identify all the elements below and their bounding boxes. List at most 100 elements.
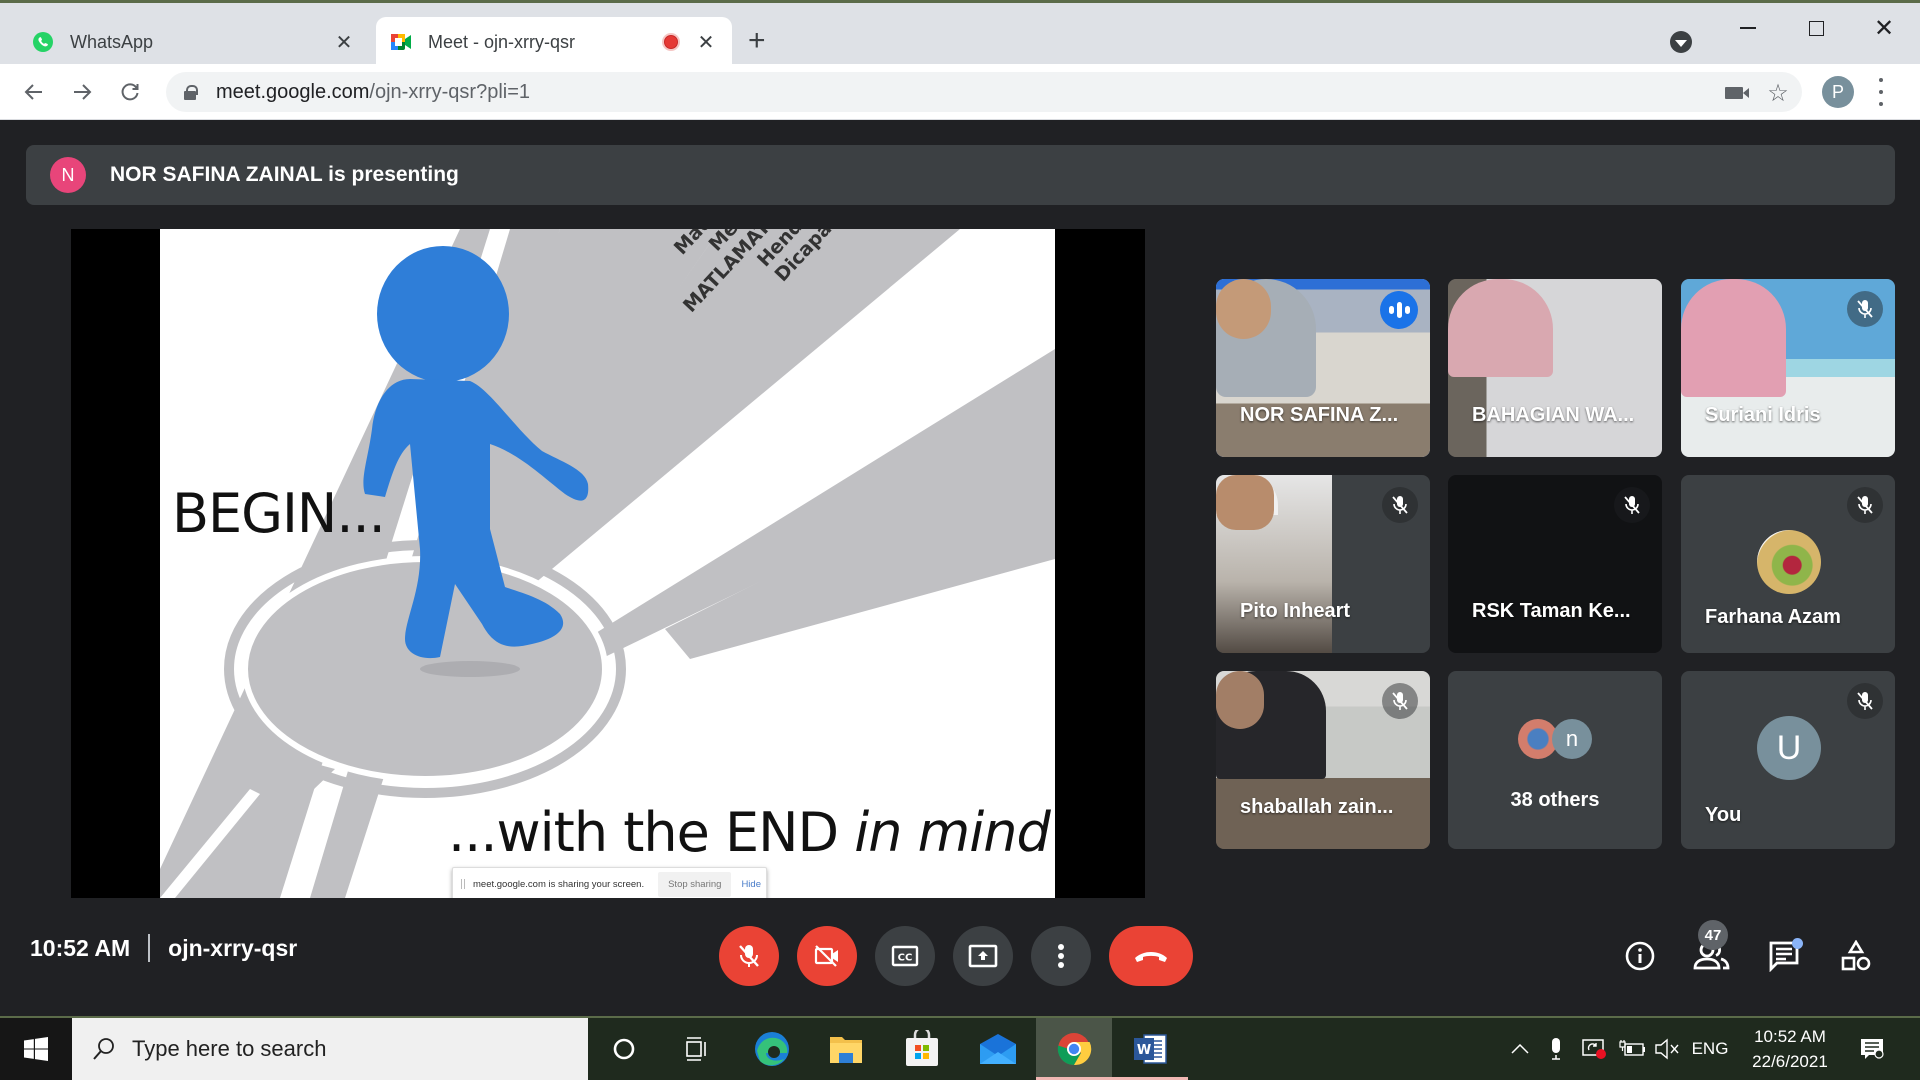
drag-handle[interactable]	[461, 879, 465, 889]
microsoft-store-app[interactable]	[884, 1018, 960, 1080]
chevron-up-icon	[1511, 1044, 1529, 1054]
arrow-left-icon	[24, 84, 42, 100]
participant-name: BAHAGIAN WA...	[1472, 404, 1635, 426]
file-explorer-app[interactable]	[808, 1018, 884, 1080]
clock-date: 22/6/2021	[1752, 1052, 1828, 1071]
reload-button[interactable]	[114, 76, 146, 108]
info-icon	[1625, 941, 1655, 971]
participant-video	[1216, 475, 1274, 530]
recording-indicator-icon	[662, 33, 680, 51]
captions-button[interactable]: CC	[875, 926, 935, 986]
participant-tile[interactable]: NOR SAFINA Z...	[1216, 279, 1430, 457]
participant-tile-others[interactable]: n 38 others	[1448, 671, 1662, 849]
muted-mic-icon	[1847, 683, 1883, 719]
microphone-toggle-button[interactable]	[719, 926, 779, 986]
mail-app[interactable]	[960, 1018, 1036, 1080]
camera-off-icon	[814, 945, 838, 967]
minimize-button[interactable]	[1718, 13, 1778, 43]
address-bar[interactable]: meet.google.com/ojn-xrry-qsr?pli=1 ☆	[166, 72, 1802, 112]
taskbar-search-box[interactable]: Type here to search	[72, 1018, 588, 1080]
tab-meet[interactable]: Meet - ojn-xrry-qsr ✕	[376, 17, 732, 67]
presentation-stage[interactable]: Maqasid Syariah Meletakkan MATLAMAT AKHI…	[71, 229, 1145, 898]
mail-icon	[980, 1034, 1016, 1064]
hide-notice-button[interactable]: Hide	[741, 879, 761, 890]
meeting-code: ojn-xrry-qsr	[168, 934, 298, 961]
close-window-button[interactable]: ✕	[1854, 13, 1914, 43]
browser-tab-strip: WhatsApp ✕ Meet - ojn-xrry-qsr ✕ + ✕	[0, 0, 1920, 67]
bookmark-star-icon[interactable]: ☆	[1766, 80, 1790, 107]
maximize-icon	[1808, 20, 1824, 36]
participant-name: RSK Taman Ke...	[1472, 600, 1631, 622]
participant-tile[interactable]: Pito Inheart	[1216, 475, 1430, 653]
muted-mic-icon	[1382, 487, 1418, 523]
participant-tile[interactable]: Farhana Azam	[1681, 475, 1895, 653]
presenter-banner: N NOR SAFINA ZAINAL is presenting	[26, 145, 1895, 205]
volume-tray-icon[interactable]	[1650, 1018, 1684, 1080]
muted-mic-icon	[1382, 683, 1418, 719]
closed-captions-icon: CC	[891, 945, 919, 967]
microphone-tray-icon[interactable]	[1542, 1018, 1570, 1080]
folder-icon	[830, 1037, 862, 1063]
cortana-button[interactable]	[586, 1018, 662, 1080]
share-screen-icon	[1582, 1039, 1606, 1059]
minimize-icon	[1740, 27, 1756, 29]
tab-whatsapp[interactable]: WhatsApp ✕	[18, 17, 370, 67]
clock-time: 10:52 AM	[1754, 1027, 1826, 1046]
meeting-info[interactable]: 10:52 AM ojn-xrry-qsr	[30, 934, 297, 962]
task-view-button[interactable]	[658, 1018, 734, 1080]
microphone-icon	[1552, 1038, 1560, 1060]
tab-title: WhatsApp	[70, 31, 154, 52]
others-count: 38 others	[1510, 789, 1600, 811]
meeting-time: 10:52 AM	[30, 934, 131, 961]
start-button[interactable]	[0, 1018, 72, 1080]
maximize-button[interactable]	[1786, 13, 1846, 43]
muted-mic-icon	[1847, 291, 1883, 327]
participant-name: You	[1705, 804, 1742, 826]
forward-button[interactable]	[66, 76, 98, 108]
edge-app[interactable]	[734, 1018, 810, 1080]
chrome-icon	[1057, 1033, 1092, 1066]
meeting-details-button[interactable]	[1616, 932, 1664, 980]
tab-search-button[interactable]	[1670, 31, 1692, 53]
participant-tile[interactable]: Suriani Idris	[1681, 279, 1895, 457]
screen-sharing-tray-icon[interactable]	[1578, 1018, 1612, 1080]
participant-tile[interactable]: shaballah zain...	[1216, 671, 1430, 849]
participant-name: NOR SAFINA Z...	[1240, 404, 1399, 426]
muted-mic-icon	[1614, 487, 1650, 523]
meet-control-bar: 10:52 AM ojn-xrry-qsr CC 47	[0, 898, 1920, 1016]
camera-in-use-icon[interactable]	[1722, 82, 1749, 104]
slide-begin-text: BEGIN...	[172, 482, 386, 545]
word-app[interactable]: W	[1112, 1018, 1188, 1080]
participant-tile-self[interactable]: U You	[1681, 671, 1895, 849]
new-tab-button[interactable]: +	[748, 25, 766, 57]
stop-sharing-button[interactable]: Stop sharing	[658, 871, 732, 897]
search-icon	[93, 1038, 114, 1060]
action-center-button[interactable]	[1852, 1018, 1892, 1080]
show-hidden-icons-button[interactable]	[1506, 1018, 1534, 1080]
chrome-app[interactable]	[1036, 1018, 1112, 1080]
activities-button[interactable]	[1832, 932, 1880, 980]
notifications-icon	[1861, 1039, 1884, 1059]
share-notice-message: meet.google.com is sharing your screen.	[473, 878, 645, 890]
present-now-button[interactable]	[953, 926, 1013, 986]
battery-charging-icon	[1619, 1040, 1645, 1056]
profile-avatar[interactable]: P	[1822, 76, 1854, 108]
input-language-indicator[interactable]: ENG	[1688, 1018, 1732, 1080]
close-tab-icon[interactable]: ✕	[694, 30, 718, 55]
taskbar-clock[interactable]: 10:52 AM 22/6/2021	[1740, 1024, 1840, 1074]
more-vertical-icon	[1058, 944, 1064, 968]
battery-tray-icon[interactable]	[1616, 1018, 1650, 1080]
edge-icon	[755, 1032, 789, 1066]
leave-call-button[interactable]	[1109, 926, 1193, 986]
participant-tile[interactable]: RSK Taman Ke...	[1448, 475, 1662, 653]
participant-tile[interactable]: BAHAGIAN WA...	[1448, 279, 1662, 457]
close-tab-icon[interactable]: ✕	[332, 30, 356, 55]
store-icon	[906, 1030, 938, 1066]
more-options-button[interactable]	[1031, 926, 1091, 986]
participant-photo-avatar	[1757, 530, 1821, 594]
arrow-right-icon	[74, 84, 92, 100]
camera-toggle-button[interactable]	[797, 926, 857, 986]
back-button[interactable]	[18, 76, 50, 108]
lock-icon	[184, 85, 198, 100]
browser-menu-button[interactable]	[1876, 78, 1886, 106]
